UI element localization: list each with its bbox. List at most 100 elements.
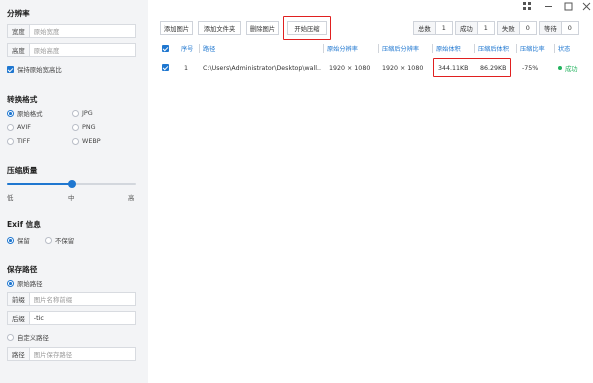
- maximize-icon[interactable]: [561, 0, 575, 12]
- quality-low-label: 低: [7, 194, 14, 202]
- radio-icon: [72, 123, 79, 131]
- success-dot-icon: [558, 66, 562, 70]
- stat-success-label: 成功: [455, 21, 478, 35]
- quality-mid-label: 中: [68, 194, 75, 202]
- quality-slider-fill: [7, 183, 72, 185]
- add-image-button[interactable]: 添加图片: [160, 21, 193, 35]
- radio-icon: [7, 334, 14, 341]
- select-all-checkbox[interactable]: [162, 45, 169, 52]
- format-option-label: AVIF: [17, 123, 31, 131]
- resolution-title: 分辨率: [7, 9, 30, 18]
- format-option-avif[interactable]: AVIF: [7, 123, 31, 131]
- format-option-png[interactable]: PNG: [72, 123, 96, 131]
- path-placeholder: 图片保存路径: [33, 350, 73, 359]
- height-placeholder: 原始高度: [33, 46, 60, 55]
- column-divider: [323, 44, 324, 53]
- exif-discard-radio[interactable]: 不保留: [45, 236, 74, 245]
- save-custom-radio[interactable]: 自定义路径: [7, 333, 49, 342]
- column-divider: [516, 44, 517, 53]
- quality-slider-track[interactable]: [7, 180, 136, 188]
- delete-image-button[interactable]: 删除图片: [246, 21, 279, 35]
- format-option-jpg[interactable]: JPG: [72, 109, 93, 117]
- quality-slider-thumb[interactable]: [67, 180, 76, 188]
- prefix-field[interactable]: 前缀 图片名称前缀: [7, 292, 136, 306]
- checkbox-checked-icon: [7, 66, 14, 73]
- col-header-orig-res[interactable]: 原始分辨率: [327, 42, 358, 55]
- exif-title: Exif 信息: [7, 220, 41, 229]
- width-label: 宽度: [8, 25, 30, 37]
- cell-index: 1: [184, 64, 189, 72]
- height-label: 高度: [8, 44, 30, 56]
- radio-icon: [72, 109, 79, 117]
- keep-ratio-label: 保持原始宽高比: [17, 66, 62, 74]
- stat-success: 成功 1: [455, 21, 495, 35]
- stat-total: 总数 1: [413, 21, 453, 35]
- col-header-path[interactable]: 路径: [203, 42, 215, 55]
- main-panel: 添加图片 添加文件夹 删除图片 开始压缩 总数 1 成功 1 失败 0 等待 0…: [148, 0, 593, 383]
- highlight-box-start: [283, 16, 331, 40]
- path-field[interactable]: 路径 图片保存路径: [7, 347, 136, 361]
- column-divider: [378, 44, 379, 53]
- col-header-new-res[interactable]: 压缩后分辨率: [382, 42, 419, 55]
- keep-ratio-checkbox[interactable]: 保持原始宽高比: [7, 65, 62, 74]
- col-header-index[interactable]: 序号: [181, 42, 193, 55]
- stat-total-value: 1: [435, 21, 453, 35]
- width-field[interactable]: 宽度 原始宽度: [7, 24, 136, 38]
- radio-icon: [7, 123, 14, 131]
- prefix-placeholder: 图片名称前缀: [33, 295, 73, 304]
- format-option-label: PNG: [82, 123, 96, 131]
- radio-selected-icon: [7, 237, 14, 244]
- save-path-title: 保存路径: [7, 265, 38, 274]
- stat-fail-value: 0: [519, 21, 537, 35]
- stat-wait: 等待 0: [539, 21, 579, 35]
- settings-sidebar: 分辨率 宽度 原始宽度 高度 原始高度 保持原始宽高比 转换格式 原始格式 JP…: [0, 0, 148, 383]
- cell-new-res: 1920 × 1080: [382, 64, 424, 72]
- col-header-orig-size[interactable]: 原始体积: [436, 42, 461, 55]
- minimize-icon[interactable]: [541, 0, 555, 12]
- suffix-value: -tic: [33, 314, 44, 322]
- column-divider: [432, 44, 433, 53]
- format-option-label: WEBP: [82, 137, 101, 145]
- stat-total-label: 总数: [413, 21, 436, 35]
- column-divider: [474, 44, 475, 53]
- suffix-label: 后缀: [8, 312, 30, 324]
- exif-keep-radio[interactable]: 保留: [7, 236, 30, 245]
- close-icon[interactable]: [579, 0, 593, 12]
- col-header-ratio[interactable]: 压缩比率: [520, 42, 545, 55]
- save-original-label: 原始路径: [17, 280, 43, 288]
- width-placeholder: 原始宽度: [33, 27, 60, 36]
- checkbox-checked-icon: [162, 64, 169, 71]
- format-option-label: JPG: [82, 109, 93, 117]
- radio-selected-icon: [7, 280, 14, 287]
- checkbox-checked-icon: [162, 45, 169, 52]
- stat-wait-label: 等待: [539, 21, 562, 35]
- add-folder-button[interactable]: 添加文件夹: [198, 21, 241, 35]
- row-checkbox[interactable]: [162, 64, 169, 71]
- format-option-original[interactable]: 原始格式: [7, 109, 43, 118]
- col-header-status[interactable]: 状态: [558, 42, 570, 55]
- stat-wait-value: 0: [561, 21, 579, 35]
- status-text: 成功: [565, 65, 578, 73]
- format-title: 转换格式: [7, 95, 38, 104]
- stat-success-value: 1: [477, 21, 495, 35]
- grid-icon[interactable]: [520, 0, 534, 12]
- exif-discard-label: 不保留: [55, 237, 75, 245]
- radio-icon: [45, 237, 52, 244]
- format-option-label: 原始格式: [17, 110, 43, 118]
- highlight-box-sizes: [433, 58, 511, 77]
- stat-fail: 失败 0: [497, 21, 537, 35]
- col-header-new-size[interactable]: 压缩后体积: [478, 42, 509, 55]
- format-option-tiff[interactable]: TIFF: [7, 137, 30, 145]
- column-divider: [554, 44, 555, 53]
- height-field[interactable]: 高度 原始高度: [7, 43, 136, 57]
- prefix-label: 前缀: [8, 293, 30, 305]
- quality-title: 压缩质量: [7, 166, 38, 175]
- save-custom-label: 自定义路径: [17, 334, 49, 342]
- radio-selected-icon: [7, 110, 14, 117]
- save-original-radio[interactable]: 原始路径: [7, 279, 43, 288]
- suffix-field[interactable]: 后缀 -tic: [7, 311, 136, 325]
- path-label: 路径: [8, 348, 30, 360]
- radio-icon: [72, 137, 79, 145]
- format-option-webp[interactable]: WEBP: [72, 137, 101, 145]
- radio-icon: [7, 137, 14, 145]
